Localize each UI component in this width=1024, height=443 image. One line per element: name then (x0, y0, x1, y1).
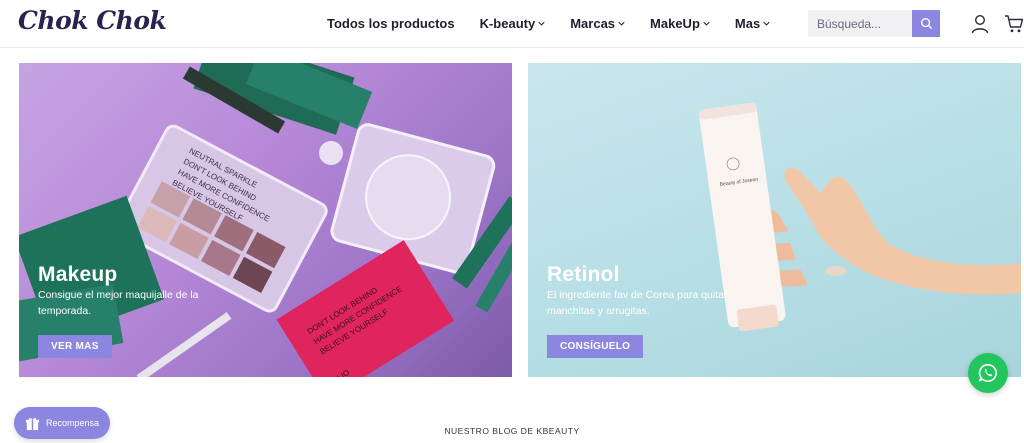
cart-icon[interactable] (1004, 14, 1024, 34)
chevron-down-icon (538, 21, 545, 26)
nav-item-label: MakeUp (650, 16, 700, 31)
brand-logo[interactable]: Chok Chok (18, 6, 167, 35)
nav-item-label: Mas (734, 16, 761, 31)
nav-item-mas[interactable]: Mas (735, 16, 770, 31)
search-icon (920, 17, 932, 30)
nav-item-makeup[interactable]: MakeUp (650, 16, 710, 31)
banner-title: Retinol (547, 263, 620, 286)
ver-mas-button[interactable]: VER MAS (38, 335, 112, 358)
site-header: Chok Chok Todos los productos K-beauty M… (0, 0, 1024, 48)
banner-makeup[interactable]: NEUTRAL SPARKLE DON'T LOOK BEHIND HAVE M… (19, 63, 512, 377)
banner-title: Makeup (38, 263, 118, 286)
blog-section-heading: NUESTRO BLOG DE KBEAUTY (444, 426, 580, 436)
chevron-down-icon (763, 21, 770, 26)
user-account-icon[interactable] (971, 14, 989, 34)
search-button[interactable] (912, 10, 940, 37)
chevron-down-icon (618, 21, 625, 26)
main-nav: Todos los productos K-beauty Marcas Make… (327, 16, 795, 31)
chevron-down-icon (703, 21, 710, 26)
nav-item-marcas[interactable]: Marcas (570, 16, 625, 31)
makeup-products-image: NEUTRAL SPARKLE DON'T LOOK BEHIND HAVE M… (19, 63, 512, 377)
consiguelo-button[interactable]: CONSÍGUELO (547, 335, 644, 358)
nav-item-label: Todos los productos (327, 16, 455, 31)
banner-retinol[interactable]: Beauty of Joseon Retinol El ingrediente … (528, 63, 1021, 377)
retinol-product-image: Beauty of Joseon (698, 102, 1021, 332)
banner-subtitle: El ingrediente fav de Corea para quitar … (547, 289, 728, 317)
whatsapp-chat-button[interactable] (968, 353, 1008, 393)
nav-item-label: Marcas (570, 16, 616, 31)
whatsapp-icon (978, 363, 997, 382)
nav-item-k-beauty[interactable]: K-beauty (480, 16, 546, 31)
nav-item-todos-los-productos[interactable]: Todos los productos (327, 16, 455, 31)
banner-subtitle: Consigue el mejor maquijalle de la tempo… (38, 289, 199, 317)
search-input[interactable] (808, 10, 912, 37)
nav-item-label: K-beauty (479, 16, 536, 31)
